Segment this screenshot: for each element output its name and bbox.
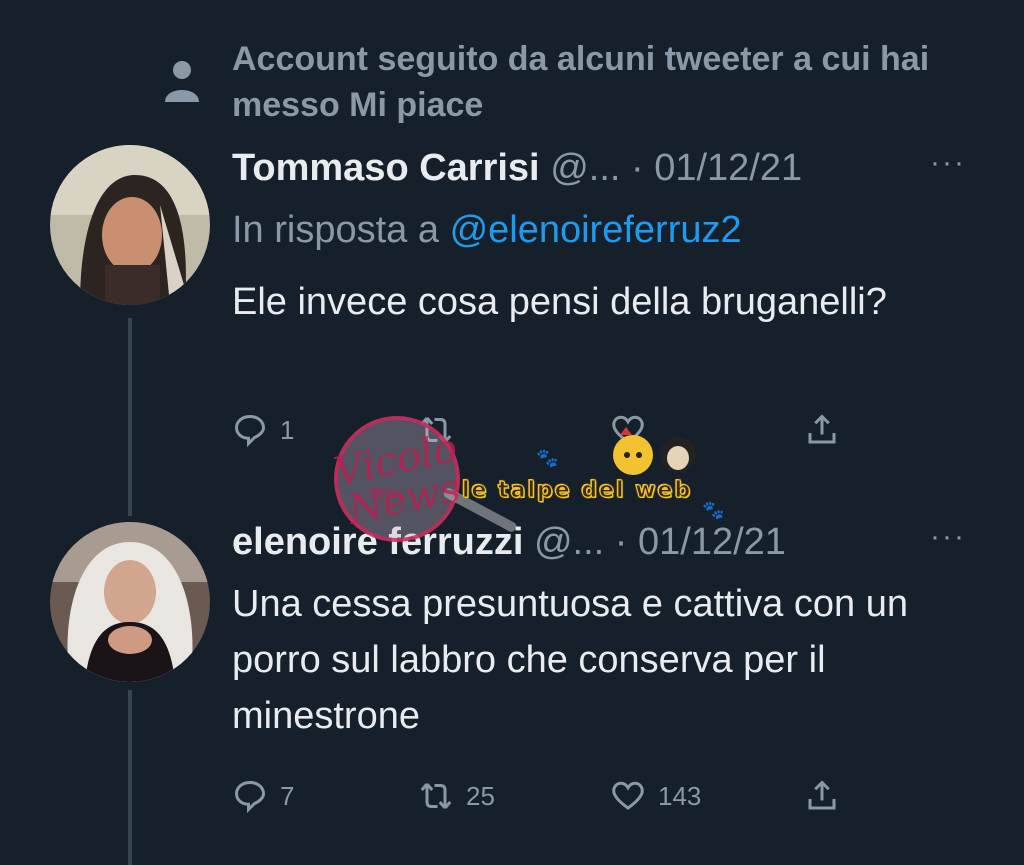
display-name[interactable]: Tommaso Carrisi <box>232 147 540 189</box>
avatar[interactable] <box>50 522 210 682</box>
reply-context: In risposta a @elenoireferruz2 <box>232 206 742 254</box>
social-context-label: Account seguito da alcuni tweeter a cui … <box>232 40 930 124</box>
reply-button[interactable]: 7 <box>232 778 294 814</box>
reply-button[interactable]: 1 <box>232 412 294 448</box>
separator: · <box>631 147 644 189</box>
heart-icon <box>612 781 644 810</box>
tweet-header: Tommaso Carrisi @... · 01/12/21 <box>232 144 802 192</box>
timestamp[interactable]: 01/12/21 <box>638 521 786 563</box>
retweet-count: 25 <box>466 780 495 811</box>
timestamp[interactable]: 01/12/21 <box>654 147 802 189</box>
handle[interactable]: @... <box>550 147 620 189</box>
share-button[interactable] <box>804 412 840 448</box>
like-count: 143 <box>658 780 702 811</box>
handle[interactable]: @... <box>534 521 604 563</box>
reply-prefix: In risposta a <box>232 209 439 251</box>
like-button[interactable]: 143 <box>610 778 701 814</box>
more-options-icon[interactable]: ··· <box>930 522 966 552</box>
retweet-icon <box>420 783 452 809</box>
more-options-icon[interactable]: ··· <box>930 148 966 178</box>
retweet-button[interactable]: 25 <box>418 778 495 814</box>
watermark-talpe-logo <box>598 425 708 481</box>
share-icon <box>808 780 836 810</box>
reply-icon <box>234 414 266 448</box>
avatar[interactable] <box>50 145 210 305</box>
paw-icon: 🐾 <box>536 448 559 468</box>
thread-connector <box>128 690 132 865</box>
reply-count: 1 <box>280 414 295 445</box>
watermark-talpe-text: le talpe del web <box>461 478 693 504</box>
reply-count: 7 <box>280 780 295 811</box>
thread-connector <box>128 318 132 516</box>
paw-icon: 🐾 <box>702 500 725 520</box>
share-button[interactable] <box>804 778 840 814</box>
reply-handle-link[interactable]: @elenoireferruz2 <box>450 209 742 251</box>
person-icon <box>162 58 202 104</box>
tweet-text: Ele invece cosa pensi della bruganelli? <box>232 281 887 323</box>
share-icon <box>808 414 836 444</box>
separator: · <box>614 521 628 563</box>
tweet-text: Una cessa presuntuosa e cattiva con un p… <box>232 583 908 737</box>
reply-icon <box>234 780 266 814</box>
watermark-vicolo-small: delle <box>370 485 400 501</box>
